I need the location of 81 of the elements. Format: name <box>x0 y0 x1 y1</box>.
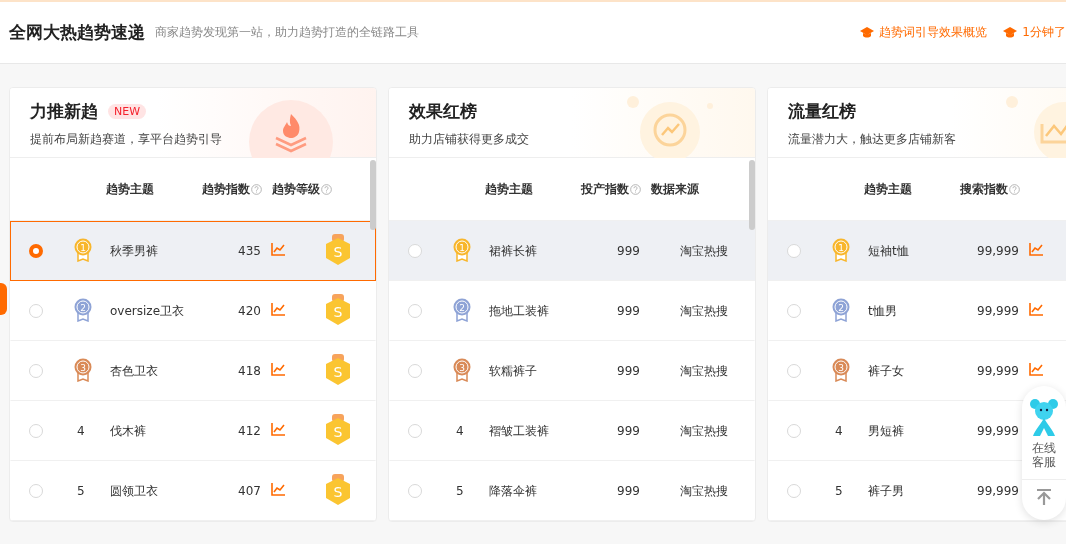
trend-topic: 软糯裤子 <box>488 362 538 380</box>
side-tab[interactable] <box>0 283 7 315</box>
index-value: 435 <box>237 244 261 258</box>
trend-topic: 褶皱工装裤 <box>488 422 550 440</box>
help-icon[interactable] <box>321 183 332 195</box>
data-source: 淘宝热搜 <box>679 363 728 378</box>
rank-number: 4 <box>455 424 464 438</box>
rank-number: 5 <box>834 484 843 498</box>
index-value: 999 <box>616 244 640 258</box>
panel-subtitle: 提前布局新趋赛道，享平台趋势引导 <box>30 131 223 148</box>
column-header: 数据来源 <box>651 180 699 198</box>
trend-topic: 裙裤长裤 <box>488 242 538 260</box>
data-source: 淘宝热搜 <box>679 423 728 438</box>
new-badge: NEW <box>108 104 147 119</box>
index-value: 999 <box>616 484 640 498</box>
help-icon[interactable] <box>251 183 262 195</box>
index-value: 99,999 <box>976 364 1019 378</box>
guide-link[interactable]: 1分钟了 <box>1003 24 1066 41</box>
column-header: 趋势等级 <box>272 180 320 198</box>
column-header: 趋势主题 <box>106 180 154 198</box>
help-icon[interactable] <box>1009 183 1020 195</box>
column-header: 趋势主题 <box>864 180 912 198</box>
index-value: 99,999 <box>976 244 1019 258</box>
column-header: 趋势主题 <box>485 180 533 198</box>
index-value: 99,999 <box>976 484 1019 498</box>
trend-topic: 降落伞裤 <box>488 482 538 500</box>
mascot-icon[interactable] <box>1029 398 1059 438</box>
page-subtitle: 商家趋势发现第一站，助力趋势打造的全链路工具 <box>155 24 419 41</box>
line-chart-icon[interactable] <box>271 303 285 316</box>
scrollbar[interactable] <box>749 160 755 230</box>
panel-title: 流量红榜 <box>788 100 856 123</box>
panel-title: 效果红榜 <box>409 100 477 123</box>
rank-number: 4 <box>834 424 843 438</box>
data-source: 淘宝热搜 <box>679 483 728 498</box>
column-header: 趋势指数 <box>202 180 250 198</box>
scrollbar[interactable] <box>370 160 376 230</box>
trend-topic: 圆领卫衣 <box>109 482 159 500</box>
line-chart-icon[interactable] <box>271 483 285 496</box>
index-value: 999 <box>616 424 640 438</box>
index-value: 420 <box>237 304 261 318</box>
trend-topic: t恤男 <box>867 302 898 320</box>
trend-topic: 秋季男裤 <box>109 242 159 260</box>
column-header: 搜索指数 <box>960 180 1008 198</box>
line-chart-icon[interactable] <box>271 423 285 436</box>
radio-button[interactable] <box>29 244 43 258</box>
line-chart-icon[interactable] <box>1029 303 1043 316</box>
panel-subtitle: 助力店铺获得更多成交 <box>409 131 530 148</box>
trend-topic: 拖地工装裤 <box>488 302 550 320</box>
index-value: 407 <box>237 484 261 498</box>
trend-topic: 裤子男 <box>867 482 905 500</box>
trend-topic: oversize卫衣 <box>109 302 186 320</box>
online-service-label[interactable]: 在线客服 <box>1030 442 1058 470</box>
index-value: 412 <box>237 424 261 438</box>
data-source: 淘宝热搜 <box>679 243 728 258</box>
data-source: 淘宝热搜 <box>679 303 728 318</box>
trend-topic: 伐木裤 <box>109 422 147 440</box>
back-to-top-icon[interactable] <box>1035 487 1053 506</box>
index-value: 99,999 <box>976 304 1019 318</box>
page-title: 全网大热趋势速递 <box>9 21 145 44</box>
graduation-cap-icon <box>860 26 875 39</box>
help-icon[interactable] <box>630 183 641 195</box>
rank-number: 5 <box>76 484 85 498</box>
trend-topic: 裤子女 <box>867 362 905 380</box>
panel-subtitle: 流量潜力大，触达更多店铺新客 <box>788 131 957 148</box>
rank-number: 5 <box>455 484 464 498</box>
trend-topic: 短袖t恤 <box>867 242 910 260</box>
graduation-cap-icon <box>1003 26 1018 39</box>
trend-topic: 男短裤 <box>867 422 905 440</box>
index-value: 99,999 <box>976 424 1019 438</box>
line-chart-icon[interactable] <box>271 243 285 256</box>
guide-link[interactable]: 趋势词引导效果概览 <box>860 24 988 41</box>
line-chart-icon[interactable] <box>1029 363 1043 376</box>
panel-title: 力推新趋 <box>30 100 98 123</box>
index-value: 999 <box>616 304 640 318</box>
line-chart-icon[interactable] <box>271 363 285 376</box>
index-value: 418 <box>237 364 261 378</box>
line-chart-icon[interactable] <box>1029 243 1043 256</box>
trend-topic: 杏色卫衣 <box>109 362 159 380</box>
rank-number: 4 <box>76 424 85 438</box>
index-value: 999 <box>616 364 640 378</box>
column-header: 投产指数 <box>581 180 629 198</box>
